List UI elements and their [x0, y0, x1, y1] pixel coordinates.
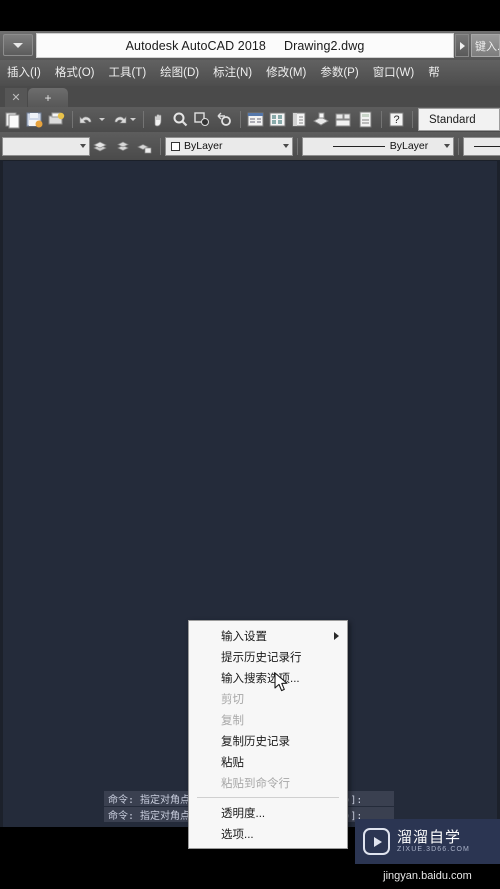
chevron-down-icon	[283, 144, 289, 148]
file-tab-strip: ✕ +	[0, 86, 500, 107]
menu-tools[interactable]: 工具(T)	[101, 60, 153, 86]
designcenter-icon[interactable]	[267, 109, 288, 130]
layer-isolate-icon[interactable]	[112, 136, 133, 157]
new-file-icon[interactable]	[2, 109, 23, 130]
watermark-url: jingyan.baidu.com	[383, 870, 472, 882]
context-menu-item-label: 提示历史记录行	[221, 651, 302, 664]
ctx-copy: 复制	[189, 709, 347, 730]
context-menu-item-label: 粘贴	[221, 756, 244, 769]
menu-parametric[interactable]: 参数(P)	[313, 60, 365, 86]
toolbar-separator	[143, 111, 144, 128]
chevron-down-icon	[80, 144, 86, 148]
ctx-copy-history[interactable]: 复制历史记录	[189, 730, 347, 751]
application-menu-button[interactable]	[3, 34, 33, 56]
context-menu-item-label: 复制	[221, 714, 244, 727]
document-title: Drawing2.dwg	[283, 38, 365, 53]
lineweight-preview	[474, 145, 500, 147]
text-style-combo[interactable]: Standard	[418, 108, 500, 131]
autocad-window: Autodesk AutoCAD 2018 Drawing2.dwg 键入...…	[0, 0, 500, 889]
properties-toolbar: ByLayer ByLayer	[0, 132, 500, 160]
chevron-down-icon[interactable]	[130, 118, 136, 121]
tool-palettes-icon[interactable]	[289, 109, 310, 130]
menu-modify[interactable]: 修改(M)	[259, 60, 313, 86]
color-combo[interactable]: ByLayer	[165, 136, 293, 156]
help-icon[interactable]: ?	[386, 109, 407, 130]
linetype-combo[interactable]: ByLayer	[302, 136, 454, 156]
toolbar-separator	[458, 137, 459, 155]
linetype-value: ByLayer	[389, 140, 429, 152]
watermark-logo: 溜溜自学 ZIXUE.3D66.COM	[355, 819, 500, 864]
menu-bar: 插入(I) 格式(O) 工具(T) 绘图(D) 标注(N) 修改(M) 参数(P) 窗口(W)…	[0, 60, 500, 86]
sheet-set-icon[interactable]	[311, 109, 332, 130]
mouse-cursor	[274, 672, 290, 694]
layout-icon[interactable]	[333, 109, 354, 130]
watermark-brand: 溜溜自学	[397, 829, 462, 847]
plot-icon[interactable]	[46, 109, 67, 130]
properties-icon[interactable]	[245, 109, 266, 130]
chevron-down-icon	[444, 144, 450, 148]
svg-text:?: ?	[393, 114, 399, 126]
calculator-icon[interactable]	[355, 109, 376, 130]
pan-icon[interactable]	[148, 109, 169, 130]
zoom-realtime-icon[interactable]	[170, 109, 191, 130]
app-title: Autodesk AutoCAD 2018	[125, 38, 266, 53]
toolbar-separator	[297, 137, 298, 155]
dropdown-arrow-icon	[13, 42, 23, 48]
menu-window[interactable]: 窗口(W)	[366, 60, 422, 86]
toolbar-separator	[72, 111, 73, 128]
toolbar-separator	[160, 137, 161, 155]
context-menu-item-label: 输入设置	[221, 630, 267, 643]
search-placeholder-text: 键入...	[475, 40, 500, 53]
zoom-window-icon[interactable]	[192, 109, 213, 130]
ctx-paste[interactable]: 粘贴	[189, 751, 347, 772]
ctx-paste-to-cmdline: 粘贴到命令行	[189, 772, 347, 793]
redo-icon[interactable]	[108, 109, 129, 130]
ctx-cut: 剪切	[189, 688, 347, 709]
undo-icon[interactable]	[77, 109, 98, 130]
top-letterbox	[0, 0, 500, 31]
toolbar-separator	[412, 111, 413, 128]
menu-dimension[interactable]: 标注(N)	[206, 60, 259, 86]
tab-close-button[interactable]: ✕	[5, 88, 27, 107]
linetype-preview	[332, 145, 385, 147]
context-menu-item-label: 透明度...	[221, 807, 266, 820]
text-style-value: Standard	[429, 113, 476, 126]
ctx-transparency[interactable]: 透明度...	[189, 802, 347, 823]
watermark-brand-sub: ZIXUE.3D66.COM	[397, 845, 470, 853]
title-text-field: Autodesk AutoCAD 2018 Drawing2.dwg	[36, 33, 454, 58]
menu-insert[interactable]: 插入(I)	[0, 60, 48, 86]
context-menu-item-label: 选项...	[221, 828, 254, 841]
layer-combo[interactable]	[2, 136, 90, 156]
context-menu-item-label: 剪切	[221, 693, 244, 706]
canvas-left-edge	[0, 160, 3, 835]
color-swatch	[171, 141, 180, 151]
infocenter-search-box[interactable]: 键入...	[471, 34, 500, 57]
play-button-icon	[363, 828, 390, 855]
ctx-options[interactable]: 选项...	[189, 823, 347, 844]
context-menu-item-label: 粘贴到命令行	[221, 777, 290, 790]
toolbar-separator	[240, 111, 241, 128]
chevron-right-icon	[459, 41, 465, 50]
chevron-down-icon[interactable]	[99, 118, 105, 121]
menu-help[interactable]: 帮	[421, 60, 447, 86]
title-expand-button[interactable]	[455, 34, 469, 57]
menu-format[interactable]: 格式(O)	[48, 60, 102, 86]
new-tab-button[interactable]: +	[28, 88, 68, 107]
context-menu-separator	[197, 797, 339, 798]
ctx-input-search-options[interactable]: 输入搜索选项...	[189, 667, 347, 688]
menu-draw[interactable]: 绘图(D)	[153, 60, 206, 86]
title-bar: Autodesk AutoCAD 2018 Drawing2.dwg 键入...	[0, 31, 500, 60]
layer-properties-icon[interactable]	[90, 136, 111, 157]
ctx-input-settings[interactable]: 输入设置	[189, 625, 347, 646]
command-line-context-menu: 输入设置提示历史记录行输入搜索选项... 剪切复制复制历史记录 粘贴粘贴到命令行 透明…	[188, 620, 348, 849]
lineweight-combo[interactable]	[463, 136, 500, 156]
ctx-prompt-history-lines[interactable]: 提示历史记录行	[189, 646, 347, 667]
save-icon[interactable]	[24, 109, 45, 130]
context-menu-item-label: 复制历史记录	[221, 735, 290, 748]
color-value: ByLayer	[184, 140, 223, 152]
toolbar-separator	[381, 111, 382, 128]
zoom-previous-icon[interactable]	[214, 109, 235, 130]
submenu-arrow-icon	[334, 631, 339, 640]
layer-previous-icon[interactable]	[134, 136, 155, 157]
